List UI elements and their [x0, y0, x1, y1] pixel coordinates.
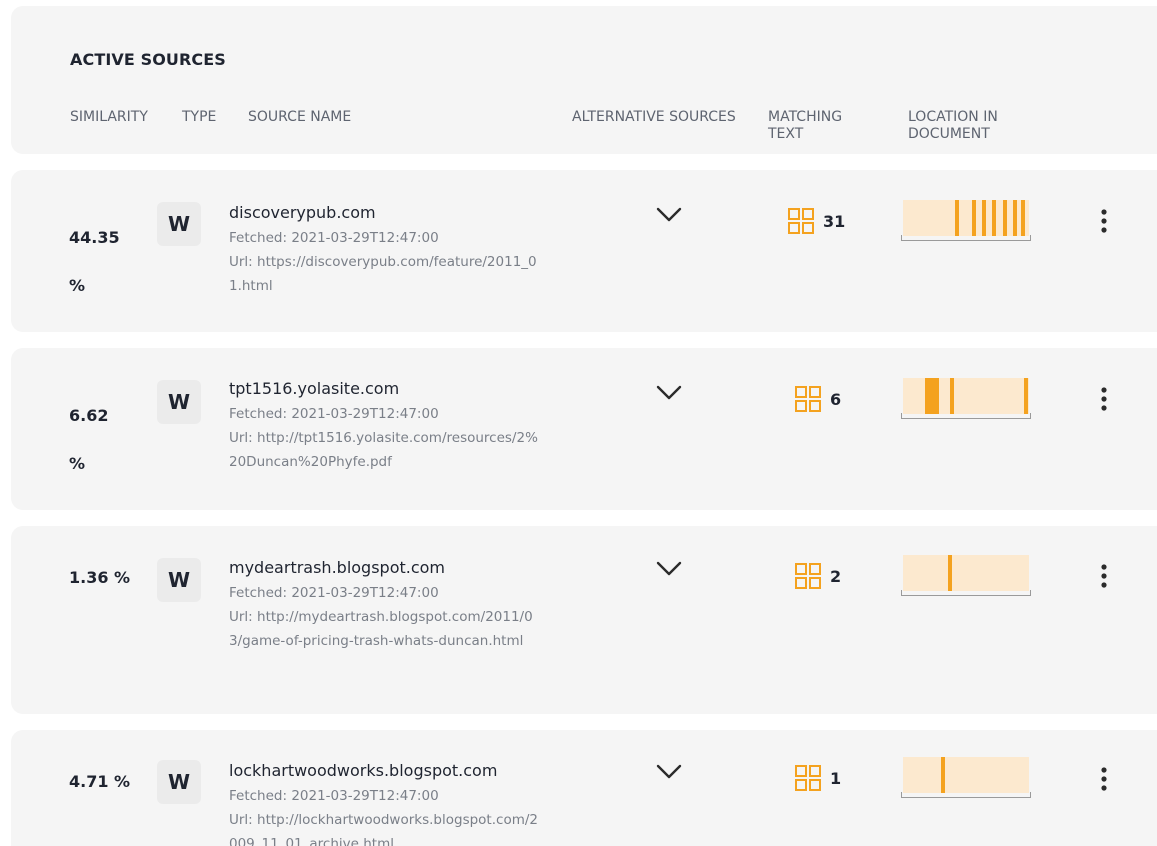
location-axis: [901, 413, 1031, 419]
location-in-document-bar[interactable]: [903, 200, 1029, 236]
source-url: Url: http://lockhartwoodworks.blogspot.c…: [229, 812, 538, 846]
matching-text-grid-icon[interactable]: [795, 563, 821, 589]
location-match-marker[interactable]: [991, 200, 996, 236]
chevron-down-icon[interactable]: [655, 560, 683, 578]
column-header-matching-text[interactable]: MATCHING TEXT: [768, 109, 842, 143]
source-meta: Fetched: 2021-03-29T12:47:00 Url: http:/…: [229, 402, 539, 474]
source-name-link[interactable]: mydeartrash.blogspot.com: [229, 558, 445, 578]
more-options-icon[interactable]: [1100, 386, 1108, 412]
matching-text-count: 31: [823, 212, 846, 231]
source-url: Url: https://discoverypub.com/feature/20…: [229, 254, 537, 294]
column-header-location[interactable]: LOCATION IN DOCUMENT: [908, 109, 998, 143]
matching-text-count: 1: [830, 769, 842, 788]
location-match-marker[interactable]: [1013, 200, 1018, 236]
fetched-date: Fetched: 2021-03-29T12:47:00: [229, 230, 439, 246]
location-match-marker[interactable]: [947, 555, 952, 591]
fetched-date: Fetched: 2021-03-29T12:47:00: [229, 406, 439, 422]
location-match-marker[interactable]: [935, 378, 940, 414]
matching-text-grid-icon[interactable]: [788, 208, 814, 234]
source-name-link[interactable]: tpt1516.yolasite.com: [229, 379, 399, 399]
column-header-matching-text-line2: TEXT: [768, 126, 804, 142]
source-url: Url: http://tpt1516.yolasite.com/resourc…: [229, 430, 538, 470]
location-axis: [901, 235, 1031, 241]
column-header-matching-text-line1: MATCHING: [768, 109, 843, 125]
column-header-type[interactable]: TYPE: [182, 109, 216, 126]
matching-text-grid-icon[interactable]: [795, 765, 821, 791]
more-options-icon[interactable]: [1100, 208, 1108, 234]
chevron-down-icon[interactable]: [655, 384, 683, 402]
matching-text-grid-icon[interactable]: [795, 386, 821, 412]
column-header-source-name[interactable]: SOURCE NAME: [248, 109, 351, 126]
active-sources-header: ACTIVE SOURCES SIMILARITY TYPE SOURCE NA…: [11, 6, 1157, 154]
source-meta: Fetched: 2021-03-29T12:47:00 Url: http:/…: [229, 784, 539, 846]
fetched-date: Fetched: 2021-03-29T12:47:00: [229, 788, 439, 804]
source-name-link[interactable]: lockhartwoodworks.blogspot.com: [229, 761, 497, 781]
location-axis: [901, 792, 1031, 798]
column-header-location-line1: LOCATION IN: [908, 109, 998, 125]
source-meta: Fetched: 2021-03-29T12:47:00 Url: https:…: [229, 226, 539, 298]
location-match-marker[interactable]: [1020, 200, 1025, 236]
source-url: Url: http://mydeartrash.blogspot.com/201…: [229, 609, 533, 649]
similarity-value: 1.36 %: [69, 568, 131, 587]
matching-text-count: 6: [830, 390, 842, 409]
location-match-marker[interactable]: [1024, 378, 1029, 414]
column-header-similarity[interactable]: SIMILARITY: [70, 109, 148, 126]
more-options-icon[interactable]: [1100, 563, 1108, 589]
fetched-date: Fetched: 2021-03-29T12:47:00: [229, 585, 439, 601]
location-match-marker[interactable]: [971, 200, 976, 236]
chevron-down-icon[interactable]: [655, 763, 683, 781]
source-name-link[interactable]: discoverypub.com: [229, 203, 376, 223]
column-header-alternative-sources[interactable]: ALTERNATIVE SOURCES: [572, 109, 736, 126]
location-match-marker[interactable]: [1003, 200, 1008, 236]
source-row[interactable]: 6.62 % W tpt1516.yolasite.com Fetched: 2…: [11, 348, 1157, 510]
location-axis: [901, 590, 1031, 596]
source-row[interactable]: 4.71 % W lockhartwoodworks.blogspot.com …: [11, 730, 1157, 846]
web-type-badge: W: [157, 558, 201, 602]
location-match-marker[interactable]: [950, 378, 955, 414]
section-title: ACTIVE SOURCES: [70, 50, 226, 69]
web-type-badge: W: [157, 760, 201, 804]
location-in-document-bar[interactable]: [903, 555, 1029, 591]
location-match-marker[interactable]: [941, 757, 946, 793]
matching-text-count: 2: [830, 567, 842, 586]
more-options-icon[interactable]: [1100, 766, 1108, 792]
column-header-location-line2: DOCUMENT: [908, 126, 990, 142]
location-in-document-bar[interactable]: [903, 757, 1029, 793]
source-row[interactable]: 1.36 % W mydeartrash.blogspot.com Fetche…: [11, 526, 1157, 714]
web-type-badge: W: [157, 380, 201, 424]
similarity-value: 6.62 %: [69, 406, 109, 473]
similarity-value: 44.35 %: [69, 228, 120, 295]
chevron-down-icon[interactable]: [655, 206, 683, 224]
source-row[interactable]: 44.35 % W discoverypub.com Fetched: 2021…: [11, 170, 1157, 332]
similarity-value: 4.71 %: [69, 772, 131, 791]
location-match-marker[interactable]: [955, 200, 960, 236]
location-match-marker[interactable]: [981, 200, 986, 236]
source-meta: Fetched: 2021-03-29T12:47:00 Url: http:/…: [229, 581, 539, 653]
location-in-document-bar[interactable]: [903, 378, 1029, 414]
web-type-badge: W: [157, 202, 201, 246]
